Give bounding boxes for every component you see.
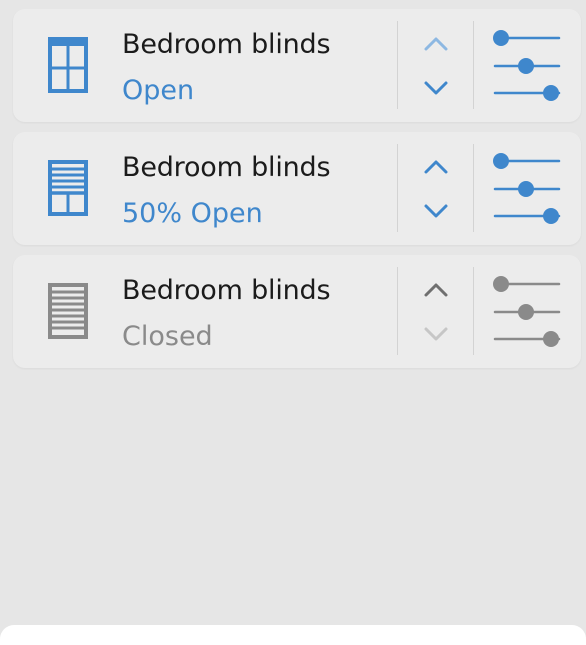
- window-half-open-icon: [48, 160, 88, 216]
- blind-status: Open: [122, 75, 195, 106]
- divider: [473, 21, 474, 109]
- sliders-icon[interactable]: [491, 276, 561, 348]
- blind-name: Bedroom blinds: [122, 152, 331, 183]
- blind-status: 50% Open: [122, 198, 263, 229]
- divider: [397, 267, 398, 355]
- blind-card-half-open[interactable]: Bedroom blinds 50% Open: [13, 132, 581, 245]
- divider: [397, 21, 398, 109]
- divider: [473, 267, 474, 355]
- sliders-icon[interactable]: [491, 30, 561, 102]
- window-open-icon: [48, 37, 88, 93]
- blind-status: Closed: [122, 321, 213, 352]
- blind-up-button[interactable]: [419, 29, 453, 59]
- blind-name: Bedroom blinds: [122, 275, 331, 306]
- blind-card-open[interactable]: Bedroom blinds Open: [13, 9, 581, 122]
- blind-up-button[interactable]: [419, 275, 453, 305]
- window-closed-icon: [48, 283, 88, 339]
- bottom-sheet: [0, 625, 586, 645]
- sliders-icon[interactable]: [491, 153, 561, 225]
- blind-up-button[interactable]: [419, 152, 453, 182]
- blind-down-button[interactable]: [419, 196, 453, 226]
- blind-name: Bedroom blinds: [122, 29, 331, 60]
- blind-down-button[interactable]: [419, 73, 453, 103]
- divider: [473, 144, 474, 232]
- blind-card-closed[interactable]: Bedroom blinds Closed: [13, 255, 581, 368]
- blind-down-button[interactable]: [419, 319, 453, 349]
- divider: [397, 144, 398, 232]
